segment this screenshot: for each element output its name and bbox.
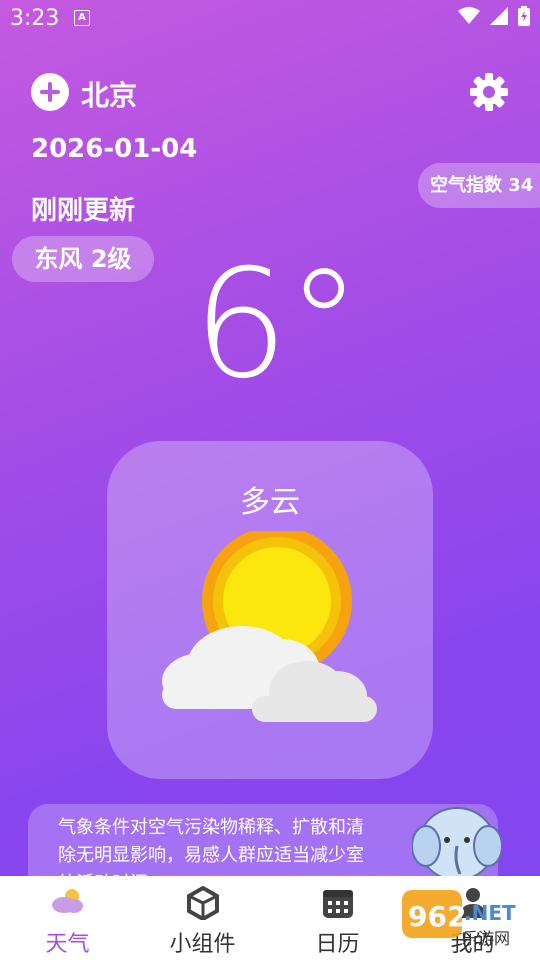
widget-icon	[186, 886, 219, 920]
svg-text:.NET: .NET	[464, 901, 516, 925]
calendar-icon	[322, 890, 353, 918]
tab-calendar[interactable]: 日历	[270, 876, 405, 960]
status-icons	[458, 6, 530, 26]
battery-icon	[518, 6, 530, 26]
tab-label: 天气	[45, 932, 90, 957]
wind-badge: 东风 2级	[12, 236, 154, 282]
watermark-logo: 962 .NET 乐游网	[402, 890, 516, 948]
tab-weather[interactable]: 天气	[0, 876, 135, 960]
weather-card[interactable]: 多云	[107, 441, 433, 779]
air-quality-badge[interactable]: 空气指数 34	[418, 163, 540, 208]
partly-cloudy-icon	[162, 531, 377, 722]
update-status: 刚刚更新	[31, 196, 136, 226]
svg-text:乐游网: 乐游网	[462, 929, 510, 948]
current-temperature: 6°	[193, 238, 361, 412]
elephant-mascot-icon	[412, 807, 502, 881]
status-time: 3:23	[10, 6, 60, 31]
gear-icon[interactable]	[469, 72, 509, 112]
wifi-icon	[458, 7, 480, 24]
weather-condition: 多云	[240, 485, 300, 520]
tab-widgets[interactable]: 小组件	[135, 876, 270, 960]
city-name[interactable]: 北京	[81, 74, 137, 114]
signal-icon	[490, 7, 508, 25]
tab-label: 日历	[315, 932, 360, 957]
weather-icon	[51, 889, 83, 913]
add-city-button[interactable]	[31, 73, 69, 111]
date-label: 2026-01-04	[31, 134, 198, 164]
status-bar: 3:23 A	[0, 0, 540, 36]
notification-icon: A	[74, 10, 90, 26]
svg-text:962: 962	[408, 900, 466, 933]
tab-label: 小组件	[169, 932, 236, 957]
